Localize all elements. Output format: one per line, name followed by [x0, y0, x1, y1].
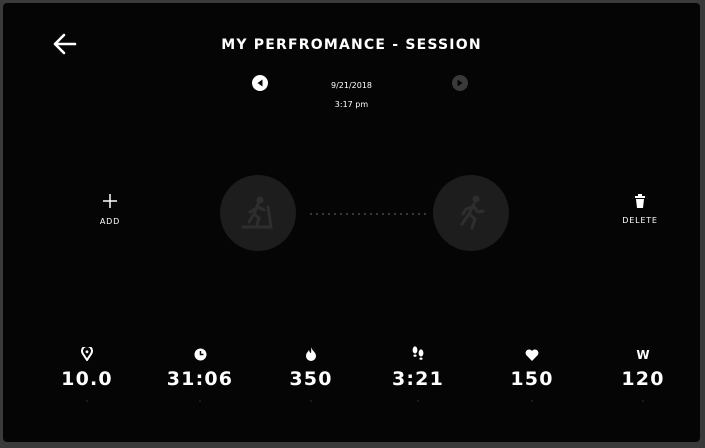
heart-icon [525, 349, 539, 361]
flame-icon [306, 347, 316, 361]
trash-icon [635, 194, 645, 208]
stat-calories: 350 [261, 346, 361, 402]
clock-icon [194, 348, 206, 361]
watts-icon: W [636, 348, 650, 362]
session-time: 3:17 pm [334, 100, 369, 109]
add-label: ADD [99, 217, 121, 226]
activity-connector [308, 213, 426, 215]
session-date: 9/21/2018 [330, 81, 373, 90]
stat-time: 31:06 [150, 346, 250, 402]
stat-tick [86, 400, 88, 402]
chevron-right-circle-icon [452, 75, 468, 91]
treadmill-activity-button[interactable] [220, 175, 296, 251]
add-button[interactable]: ADD [85, 193, 135, 226]
stat-watts: W 120 [593, 346, 693, 402]
treadmill-icon [241, 196, 273, 229]
next-session-button[interactable] [452, 75, 468, 91]
delete-button[interactable]: DELETE [615, 193, 665, 225]
stat-time-value: 31:06 [166, 368, 234, 390]
session-screen: MY PERFROMANCE - SESSION 9/21/2018 3:17 … [3, 3, 700, 442]
stat-pace-value: 3:21 [391, 368, 445, 390]
stat-heart-rate: 150 [482, 346, 582, 402]
page-title: MY PERFROMANCE - SESSION [221, 37, 482, 53]
stat-tick [199, 400, 201, 402]
stat-tick [417, 400, 419, 402]
location-pin-icon [81, 347, 93, 361]
stat-watts-value: 120 [621, 368, 665, 390]
stat-tick [310, 400, 312, 402]
stat-distance-value: 10.0 [61, 368, 113, 390]
stat-tick [531, 400, 533, 402]
stat-pace: 3:21 [368, 346, 468, 402]
stat-distance: 10.0 [37, 346, 137, 402]
delete-label: DELETE [622, 216, 658, 225]
running-icon [460, 195, 485, 230]
stat-tick [642, 400, 644, 402]
stat-heart-rate-value: 150 [510, 368, 554, 390]
footprints-icon [412, 346, 424, 360]
plus-icon [103, 194, 117, 208]
stat-calories-value: 350 [289, 368, 333, 390]
running-activity-button[interactable] [433, 175, 509, 251]
